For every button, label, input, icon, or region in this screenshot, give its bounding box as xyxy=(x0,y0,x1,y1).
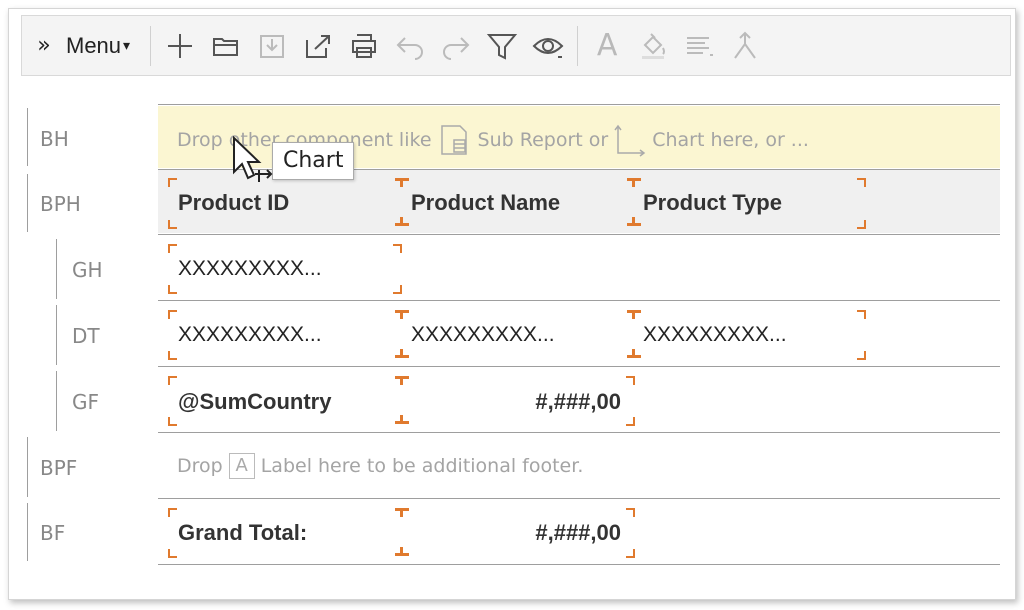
sub-report-icon xyxy=(438,123,472,157)
band-indicator xyxy=(27,174,28,232)
detail-field-product-id[interactable]: XXXXXXXXX... xyxy=(178,323,322,347)
toolbar: » Menu ▾ A xyxy=(21,15,1011,76)
hint-text: Sub Report or xyxy=(477,129,609,151)
label-icon: A xyxy=(228,453,255,479)
cell-marker xyxy=(168,178,177,187)
group-footer-label[interactable]: @SumCountry xyxy=(178,389,331,415)
plus-icon[interactable] xyxy=(160,26,200,66)
download-icon[interactable] xyxy=(252,26,292,66)
cell-marker xyxy=(395,376,409,385)
cell-marker xyxy=(395,178,409,187)
band-divider xyxy=(158,432,1000,433)
drag-cursor-icon xyxy=(233,136,273,182)
column-header-product-name[interactable]: Product Name xyxy=(411,190,560,216)
band-divider xyxy=(158,300,1000,301)
cell-marker xyxy=(626,508,635,517)
eye-icon[interactable] xyxy=(528,26,568,66)
band-divider xyxy=(158,366,1000,367)
menu-button[interactable]: Menu ▾ xyxy=(66,33,144,59)
cell-marker xyxy=(393,285,402,294)
expand-toolbar-button[interactable]: » xyxy=(22,33,66,58)
cell-marker xyxy=(627,217,641,226)
grand-total-label[interactable]: Grand Total: xyxy=(178,520,307,546)
band-label-gf: GF xyxy=(72,390,100,414)
detail-field-product-name[interactable]: XXXXXXXXX... xyxy=(411,323,555,347)
cell-marker xyxy=(857,310,866,319)
cell-marker xyxy=(627,310,641,319)
hint-text: Label here to be additional footer. xyxy=(260,455,584,477)
text-icon[interactable]: A xyxy=(587,26,627,66)
redo-icon[interactable] xyxy=(436,26,476,66)
cell-marker xyxy=(627,349,641,358)
printer-icon[interactable] xyxy=(344,26,384,66)
band-divider xyxy=(158,564,1000,565)
drag-tooltip: Chart xyxy=(272,142,355,180)
band-divider xyxy=(158,234,1000,235)
cell-marker xyxy=(395,349,409,358)
band-indicator xyxy=(27,437,28,497)
cell-marker xyxy=(168,508,177,517)
report-designer-frame xyxy=(8,8,1016,600)
cell-marker xyxy=(395,310,409,319)
cell-marker xyxy=(168,549,177,558)
band-label-bph: BPH xyxy=(40,192,81,216)
hint-text: Drop xyxy=(177,455,223,477)
cell-marker xyxy=(168,376,177,385)
cell-marker xyxy=(857,220,866,229)
group-footer-value[interactable]: #,###,00 xyxy=(411,389,621,415)
band-label-bpf: BPF xyxy=(40,456,78,480)
cell-marker xyxy=(857,351,866,360)
cell-marker xyxy=(393,244,402,253)
cell-marker xyxy=(626,417,635,426)
toolbar-separator xyxy=(577,25,579,66)
menu-label: Menu xyxy=(66,32,122,58)
cell-marker xyxy=(168,285,177,294)
grand-total-value[interactable]: #,###,00 xyxy=(411,520,621,546)
cell-marker xyxy=(168,244,177,253)
column-header-product-type[interactable]: Product Type xyxy=(643,190,782,216)
folder-open-icon[interactable] xyxy=(206,26,246,66)
group-header-field[interactable]: XXXXXXXXX... xyxy=(178,257,322,281)
share-export-icon[interactable] xyxy=(298,26,338,66)
toolbar-separator xyxy=(150,25,152,66)
cell-marker xyxy=(395,508,409,517)
undo-icon[interactable] xyxy=(390,26,430,66)
cell-marker xyxy=(168,310,177,319)
band-label-gh: GH xyxy=(72,258,103,282)
band-divider xyxy=(158,104,1000,105)
detail-field-product-type[interactable]: XXXXXXXXX... xyxy=(643,323,787,347)
cell-marker xyxy=(627,178,641,187)
cell-marker xyxy=(395,415,409,424)
chart-axis-icon xyxy=(614,123,646,157)
band-label-dt: DT xyxy=(72,324,100,348)
cell-marker xyxy=(168,351,177,360)
band-label-bh: BH xyxy=(40,127,69,151)
page-footer-hint[interactable]: Drop A Label here to be additional foote… xyxy=(177,453,583,479)
band-indicator xyxy=(56,305,57,365)
cell-marker xyxy=(626,376,635,385)
cell-marker xyxy=(395,217,409,226)
align-icon[interactable] xyxy=(679,26,719,66)
band-indicator xyxy=(56,239,57,299)
column-header-product-id[interactable]: Product ID xyxy=(178,190,289,216)
merge-icon[interactable] xyxy=(725,26,765,66)
band-indicator xyxy=(56,371,57,431)
cell-marker xyxy=(168,417,177,426)
menu-caret-icon: ▾ xyxy=(123,37,131,53)
band-label-bf: BF xyxy=(40,521,66,545)
cell-marker xyxy=(857,178,866,187)
band-indicator xyxy=(27,503,28,561)
cell-marker xyxy=(168,220,177,229)
filter-icon[interactable] xyxy=(482,26,522,66)
band-indicator xyxy=(27,108,28,166)
fill-icon[interactable] xyxy=(633,26,673,66)
band-divider xyxy=(158,498,1000,499)
cell-marker xyxy=(626,549,635,558)
cell-marker xyxy=(395,547,409,556)
hint-text: Chart here, or ... xyxy=(652,129,809,151)
